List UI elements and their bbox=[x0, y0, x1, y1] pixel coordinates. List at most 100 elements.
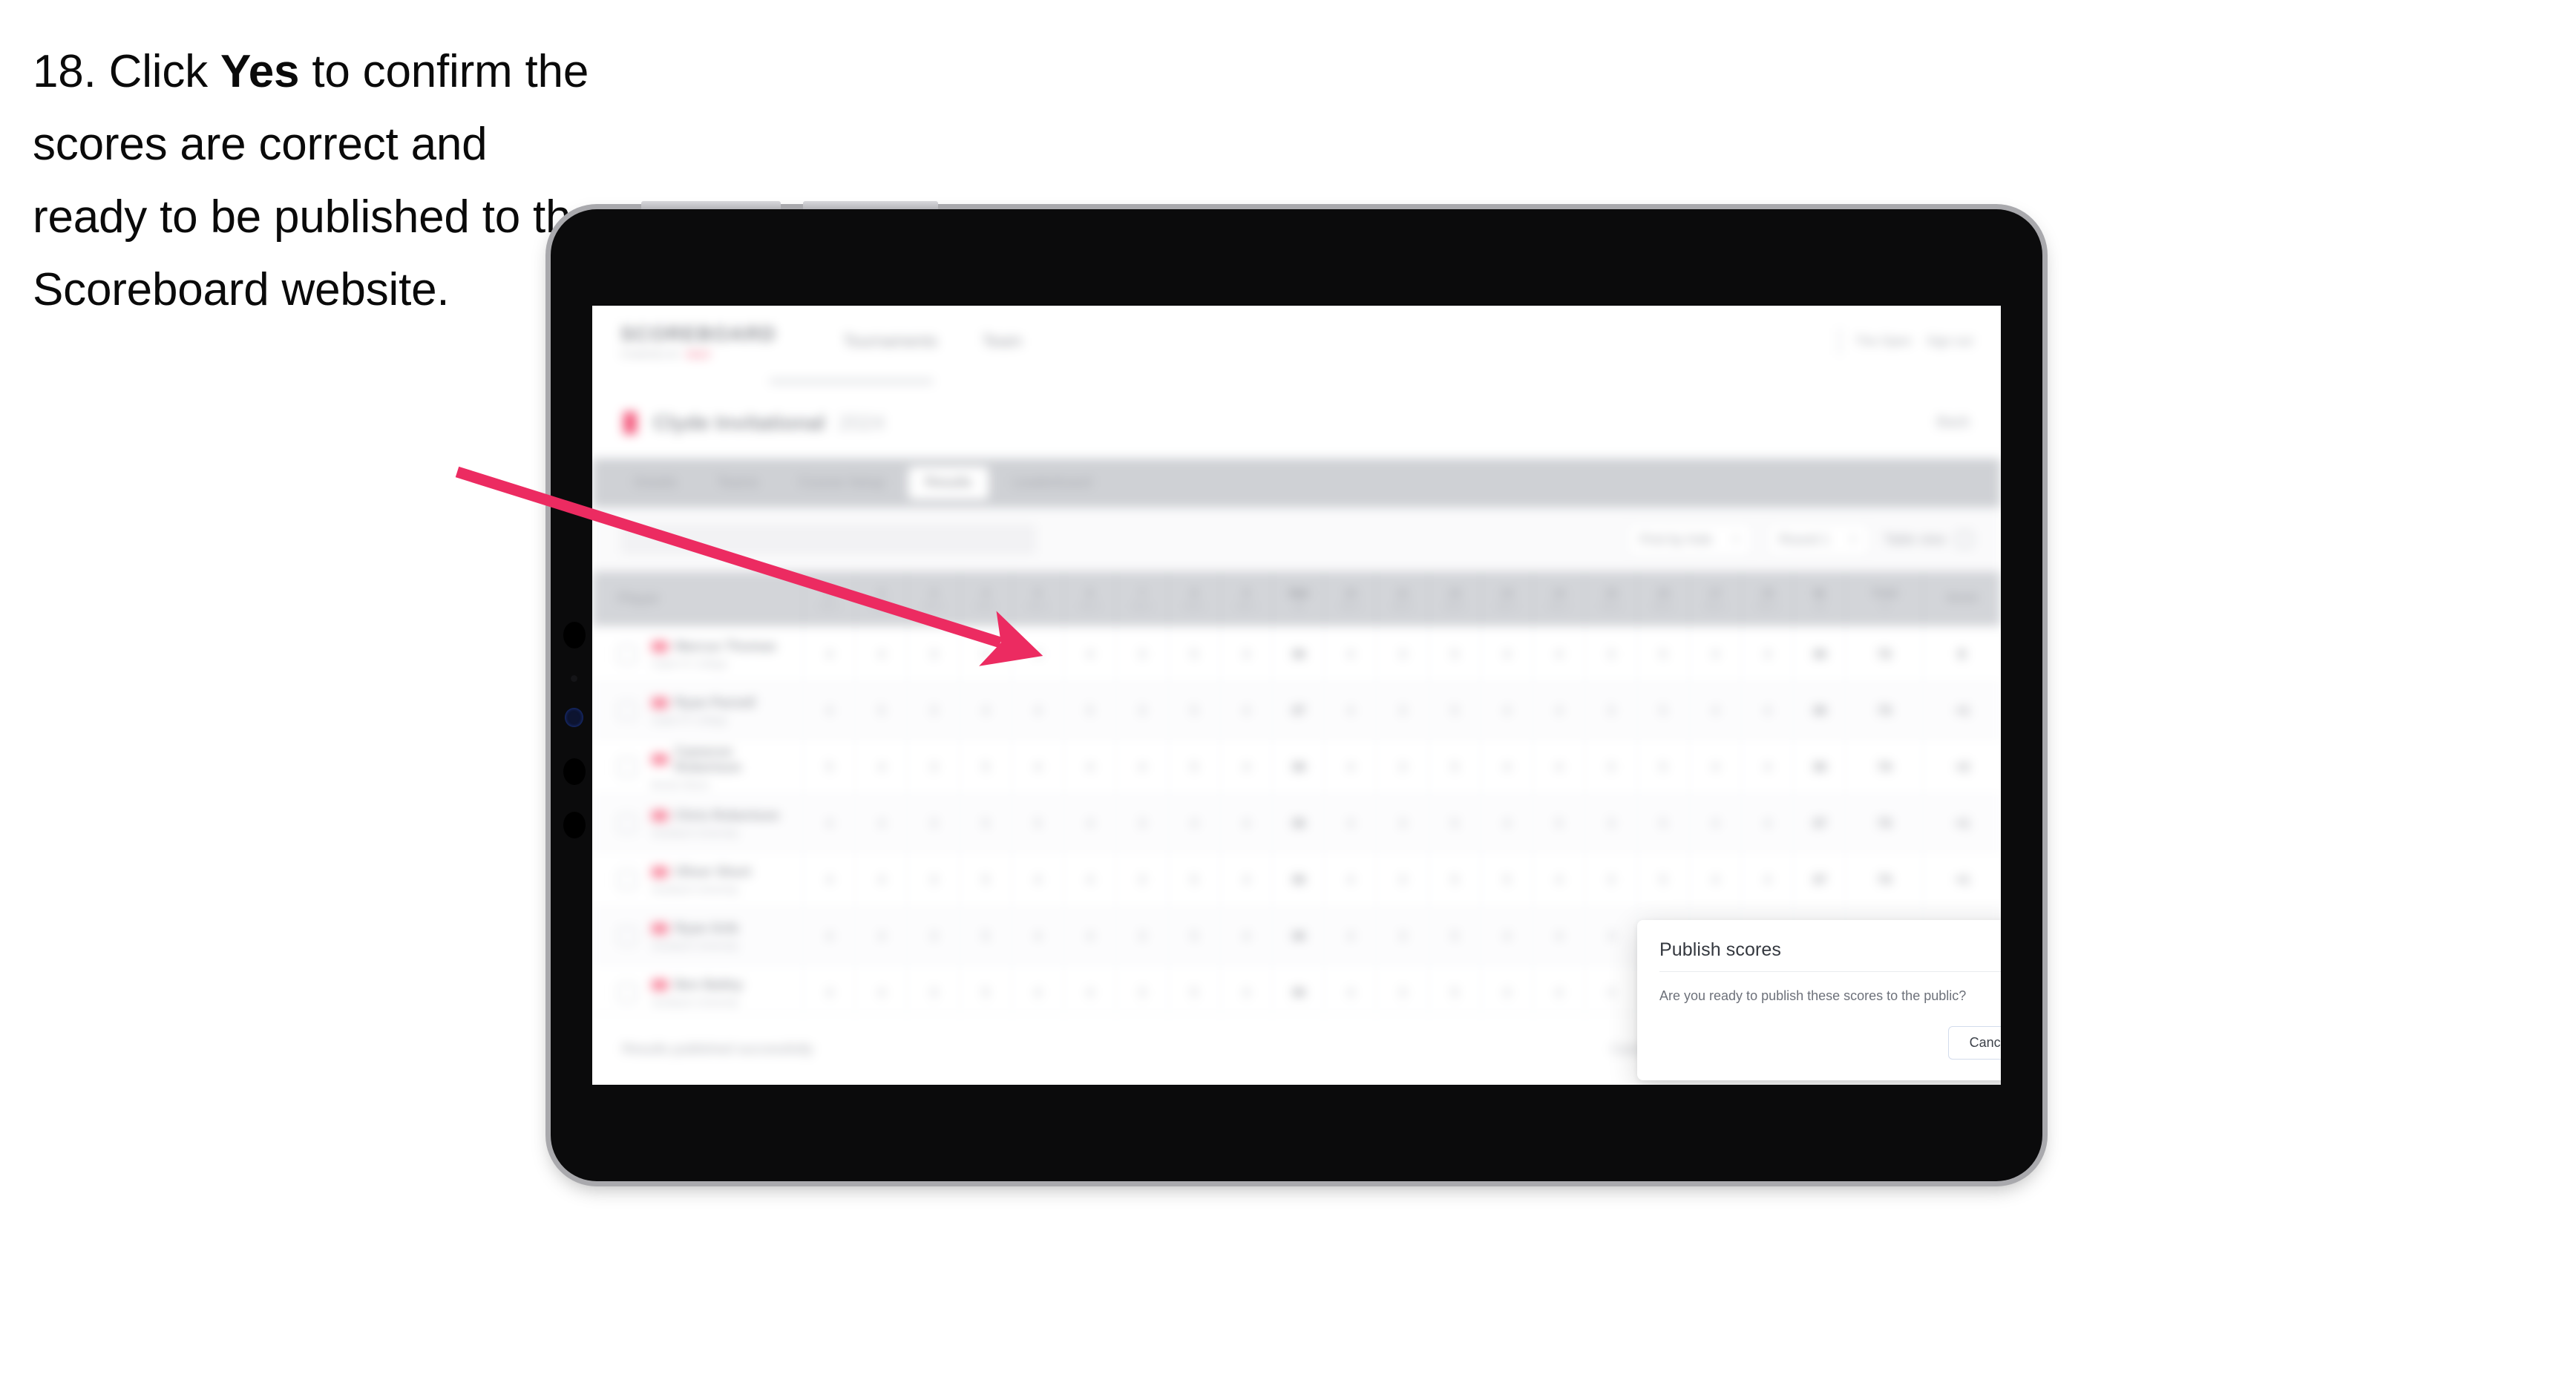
score-cell[interactable]: 4 bbox=[1219, 795, 1272, 851]
score-cell[interactable]: 4 bbox=[1219, 908, 1272, 964]
score-cell[interactable]: 3 bbox=[907, 795, 959, 851]
score-cell[interactable]: 36 bbox=[1793, 739, 1845, 795]
score-cell[interactable]: 4 bbox=[1480, 626, 1533, 682]
score-cell[interactable]: 4 bbox=[855, 795, 907, 851]
nav-item-tournaments[interactable]: Tournaments bbox=[843, 332, 937, 351]
score-cell[interactable]: 5 bbox=[1636, 852, 1689, 907]
score-cell[interactable]: 4 bbox=[1167, 795, 1220, 851]
score-cell[interactable]: 37 bbox=[1793, 795, 1845, 851]
score-cell[interactable]: 5 bbox=[855, 683, 907, 738]
score-cell[interactable]: 3 bbox=[1115, 626, 1167, 682]
score-cell[interactable]: 3 bbox=[1115, 852, 1167, 907]
score-cell[interactable]: 73 bbox=[1845, 683, 1923, 738]
score-cell[interactable]: 4 bbox=[1740, 795, 1793, 851]
row-checkbox[interactable] bbox=[617, 870, 637, 890]
round-dropdown[interactable]: Round 1 ▼ bbox=[1766, 522, 1870, 556]
score-cell[interactable]: 3 bbox=[1584, 683, 1636, 738]
score-cell[interactable]: 4 bbox=[1063, 795, 1115, 851]
score-cell[interactable]: 4 bbox=[803, 683, 855, 738]
score-cell[interactable]: E bbox=[1923, 626, 2001, 682]
score-cell[interactable]: 5 bbox=[959, 739, 1012, 795]
score-cell[interactable]: 4 bbox=[959, 683, 1012, 738]
score-cell[interactable]: 36 bbox=[1271, 965, 1324, 1020]
score-cell[interactable]: 5 bbox=[1428, 626, 1481, 682]
score-cell[interactable]: 4 bbox=[1740, 683, 1793, 738]
score-cell[interactable]: 4 bbox=[1324, 739, 1376, 795]
sort-dropdown[interactable]: First by hole ▼ bbox=[1627, 522, 1753, 556]
tab-leaderboard[interactable]: Leaderboard bbox=[996, 467, 1109, 499]
score-cell[interactable]: 5 bbox=[1167, 965, 1220, 1020]
score-cell[interactable]: 4 bbox=[1740, 852, 1793, 907]
score-cell[interactable]: 5 bbox=[959, 626, 1012, 682]
view-toggle[interactable]: Table view bbox=[1884, 531, 1973, 548]
score-cell[interactable]: 3 bbox=[907, 626, 959, 682]
score-cell[interactable]: 5 bbox=[1167, 626, 1220, 682]
score-cell[interactable]: 5 bbox=[959, 908, 1012, 964]
score-cell[interactable]: 4 bbox=[1011, 626, 1063, 682]
score-cell[interactable]: 4 bbox=[1480, 739, 1533, 795]
score-cell[interactable]: 5 bbox=[1480, 852, 1533, 907]
score-cell[interactable]: 38 bbox=[1271, 739, 1324, 795]
score-cell[interactable]: 3 bbox=[907, 852, 959, 907]
score-cell[interactable]: 73 bbox=[1845, 795, 1923, 851]
score-cell[interactable]: 36 bbox=[1271, 795, 1324, 851]
score-cell[interactable]: 4 bbox=[1324, 965, 1376, 1020]
score-cell[interactable]: 3 bbox=[907, 908, 959, 964]
score-cell[interactable]: 4 bbox=[1480, 965, 1533, 1020]
volume-up-button[interactable] bbox=[641, 201, 781, 209]
score-cell[interactable]: 4 bbox=[1688, 739, 1741, 795]
score-cell[interactable]: +1 bbox=[1923, 852, 2001, 907]
score-cell[interactable]: 4 bbox=[1011, 908, 1063, 964]
score-cell[interactable]: 3 bbox=[1376, 908, 1428, 964]
row-checkbox[interactable] bbox=[617, 644, 637, 664]
score-cell[interactable]: 4 bbox=[803, 965, 855, 1020]
score-cell[interactable]: 4 bbox=[1063, 626, 1115, 682]
score-cell[interactable]: 3 bbox=[1115, 795, 1167, 851]
account-name[interactable]: The Open bbox=[1855, 334, 1912, 349]
tab-teams[interactable]: Teams bbox=[701, 467, 775, 499]
score-cell[interactable]: 36 bbox=[1271, 908, 1324, 964]
score-cell[interactable]: 4 bbox=[1063, 739, 1115, 795]
score-cell[interactable]: 5 bbox=[959, 965, 1012, 1020]
score-cell[interactable]: 4 bbox=[1533, 739, 1584, 795]
score-cell[interactable]: 5 bbox=[1428, 739, 1481, 795]
score-cell[interactable]: 4 bbox=[855, 626, 907, 682]
score-cell[interactable]: 5 bbox=[1167, 852, 1220, 907]
nav-item-team[interactable]: Team bbox=[982, 332, 1022, 351]
score-cell[interactable]: 3 bbox=[1376, 965, 1428, 1020]
score-cell[interactable]: 5 bbox=[1428, 908, 1481, 964]
score-cell[interactable]: 4 bbox=[1219, 965, 1272, 1020]
score-cell[interactable]: 3 bbox=[1584, 626, 1636, 682]
score-cell[interactable]: 5 bbox=[1428, 683, 1481, 738]
score-cell[interactable]: 4 bbox=[1115, 739, 1167, 795]
score-cell[interactable]: 4 bbox=[803, 795, 855, 851]
score-cell[interactable]: 4 bbox=[1063, 965, 1115, 1020]
score-cell[interactable]: 3 bbox=[907, 965, 959, 1020]
score-cell[interactable]: 4 bbox=[855, 739, 907, 795]
table-row[interactable]: Chris Robertson Southport University 4 4 3 5 5… bbox=[592, 795, 2001, 852]
score-cell[interactable]: 5 bbox=[1428, 965, 1481, 1020]
score-cell[interactable]: 4 bbox=[1219, 852, 1272, 907]
row-checkbox[interactable] bbox=[617, 757, 637, 777]
score-cell[interactable]: 36 bbox=[1793, 683, 1845, 738]
sign-out-link[interactable]: Sign out bbox=[1927, 334, 1973, 349]
score-cell[interactable]: 4 bbox=[855, 965, 907, 1020]
score-cell[interactable]: 3 bbox=[1376, 795, 1428, 851]
score-cell[interactable]: 5 bbox=[1636, 683, 1689, 738]
score-cell[interactable]: 5 bbox=[1167, 739, 1220, 795]
score-cell[interactable]: 4 bbox=[1688, 626, 1741, 682]
score-cell[interactable]: 5 bbox=[1011, 795, 1063, 851]
score-cell[interactable]: 4 bbox=[1533, 908, 1584, 964]
tab-details[interactable]: Details bbox=[617, 467, 693, 499]
score-cell[interactable]: 3 bbox=[1584, 739, 1636, 795]
score-cell[interactable]: 4 bbox=[1324, 852, 1376, 907]
table-row[interactable]: Cameron Robertson Boston Bears 5 4 3 5 4 4 4 5 4 38… bbox=[592, 739, 2001, 795]
score-cell[interactable]: 4 bbox=[1063, 908, 1115, 964]
score-cell[interactable]: 4 bbox=[1219, 683, 1272, 738]
table-row[interactable]: Ryan Parnell Clyde FC College 4 5 3 4 4 5 3 5 4 37 4… bbox=[592, 683, 2001, 739]
score-cell[interactable]: 5 bbox=[1636, 739, 1689, 795]
score-cell[interactable]: 4 bbox=[855, 852, 907, 907]
score-cell[interactable]: 5 bbox=[1533, 795, 1584, 851]
score-cell[interactable]: 4 bbox=[1533, 852, 1584, 907]
score-cell[interactable]: 3 bbox=[1115, 908, 1167, 964]
